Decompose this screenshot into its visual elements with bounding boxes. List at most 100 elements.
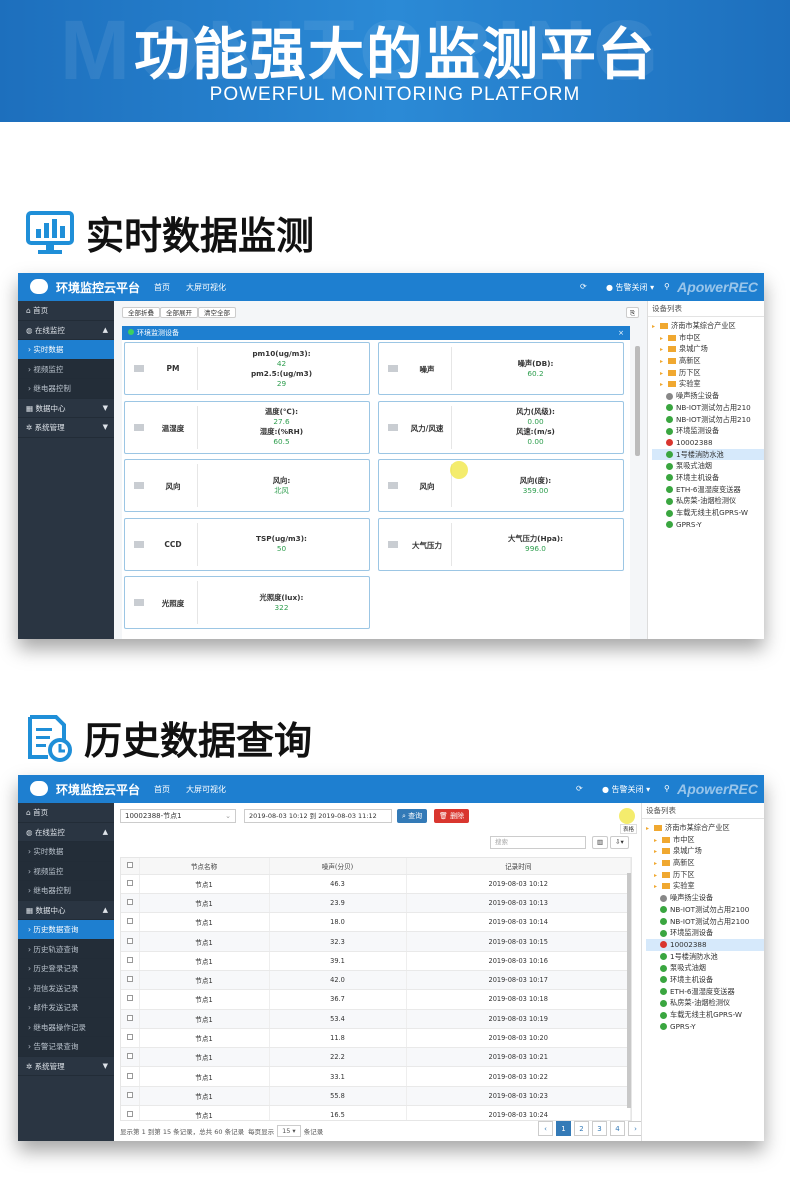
clear-all-button[interactable]: 清空全部 [198,307,236,318]
user-icon[interactable]: ⚲ [664,282,670,291]
export-icon[interactable]: ⎘ [626,307,640,318]
sidebar-item[interactable]: ◍ 在线监控 ▲ [18,823,114,842]
table-row[interactable]: 节点1 33.1 2019-08-03 10:22 [121,1066,631,1087]
table-row[interactable]: 节点1 55.8 2019-08-03 10:23 [121,1086,631,1107]
table-row[interactable]: 节点1 18.0 2019-08-03 10:14 [121,912,631,933]
page-button[interactable]: ‹ [538,1121,553,1136]
tree-folder[interactable]: ▸ 泉城广场 [646,845,764,857]
user-icon[interactable]: ⚲ [664,784,670,793]
sidebar-item[interactable]: ⌂ 首页 [18,803,114,823]
tree-folder[interactable]: ▸ 高新区 [646,857,764,869]
page-button[interactable]: 4 [610,1121,625,1136]
expand-all-button[interactable]: 全部展开 [160,307,198,318]
row-checkbox[interactable] [121,1066,140,1087]
row-checkbox[interactable] [121,1047,140,1068]
tree-device[interactable]: 环境主机设备 [652,472,764,484]
page-button[interactable]: 2 [574,1121,589,1136]
nav-home[interactable]: 首页 [154,784,170,795]
row-checkbox[interactable] [121,1105,140,1120]
tree-device[interactable]: GPRS-Y [652,519,764,531]
search-input[interactable]: 搜索 [490,836,586,849]
sidebar-item[interactable]: ✲ 系统管理 ▼ [18,1057,114,1076]
alarm-toggle[interactable]: ● 告警关闭 ▾ [606,282,654,293]
table-row[interactable]: 节点1 23.9 2019-08-03 10:13 [121,893,631,914]
sidebar-item[interactable]: › 历史轨迹查询 [18,939,114,959]
row-checkbox[interactable] [121,989,140,1010]
table-scrollbar[interactable] [627,873,631,1108]
sidebar-item[interactable]: › 邮件发送记录 [18,998,114,1018]
row-checkbox[interactable] [121,970,140,991]
tree-device[interactable]: 车载无线主机GPRS-W [652,507,764,519]
tree-device[interactable]: 泵吸式油烟 [652,460,764,472]
tree-device[interactable]: 1号楼消防水池 [646,951,764,963]
table-row[interactable]: 节点1 46.3 2019-08-03 10:12 [121,874,631,894]
sidebar-item[interactable]: › 告警记录查询 [18,1037,114,1057]
collapse-all-button[interactable]: 全部折叠 [122,307,160,318]
refresh-icon[interactable]: ⟳ [580,282,587,291]
sidebar-item[interactable]: › 短信发送记录 [18,978,114,998]
row-checkbox[interactable] [121,1009,140,1029]
tree-device[interactable]: 噪声扬尘设备 [646,892,764,904]
sidebar-item[interactable]: ▦ 数据中心 ▲ [18,901,114,920]
sidebar-item[interactable]: › 继电器控制 [18,379,114,399]
sidebar-item[interactable]: ◍ 在线监控 ▲ [18,321,114,340]
table-row[interactable]: 节点1 36.7 2019-08-03 10:18 [121,989,631,1010]
tree-device[interactable]: 泵吸式油烟 [646,962,764,974]
tree-device[interactable]: NB-IOT测试勿占用2100 [646,904,764,916]
table-row[interactable]: 节点1 11.8 2019-08-03 10:20 [121,1028,631,1049]
alarm-toggle[interactable]: ● 告警关闭 ▾ [602,784,650,795]
row-checkbox[interactable] [121,912,140,933]
page-button[interactable]: 1 [556,1121,571,1136]
per-page-select[interactable]: 15 ▾ [277,1125,301,1137]
tree-folder[interactable]: ▸ 市中区 [646,834,764,846]
tree-device[interactable]: 环境监测设备 [652,425,764,437]
col-time[interactable]: 记录时间 [406,858,631,875]
table-row[interactable]: 节点1 39.1 2019-08-03 10:16 [121,951,631,971]
tree-device[interactable]: GPRS-Y [646,1021,764,1033]
sidebar-item[interactable]: › 实时数据 [18,842,114,862]
row-checkbox[interactable] [121,893,140,914]
tree-folder[interactable]: ▸ 泉城广场 [652,343,764,355]
tree-device[interactable]: NB-IOT测试勿占用2100 [646,916,764,928]
tree-device[interactable]: 私房菜-油烟检测仪 [646,997,764,1009]
sidebar-item[interactable]: ▦ 数据中心 ▼ [18,399,114,418]
tree-folder[interactable]: ▸ 历下区 [652,367,764,379]
row-checkbox[interactable] [121,1028,140,1049]
tree-device[interactable]: ETH-6温湿度变送器 [646,986,764,998]
scrollbar[interactable] [635,346,640,456]
select-all-checkbox[interactable] [121,858,140,875]
sidebar-item[interactable]: › 实时数据 [18,340,114,360]
tree-device[interactable]: 车载无线主机GPRS-W [646,1009,764,1021]
tree-folder[interactable]: ▸ 市中区 [652,332,764,344]
tree-device[interactable]: 私房菜-油烟检测仪 [652,495,764,507]
col-noise[interactable]: 噪声(分贝) [269,858,407,875]
tree-device[interactable]: NB-IOT测试勿占用210 [652,402,764,414]
sidebar-item[interactable]: ✲ 系统管理 ▼ [18,418,114,438]
tree-device[interactable]: NB-IOT测试勿占用210 [652,414,764,426]
device-select[interactable]: 10002388-节点1 ⌄ [120,809,236,823]
table-row[interactable]: 节点1 16.5 2019-08-03 10:24 [121,1105,631,1120]
sidebar-item[interactable]: › 视频监控 [18,861,114,881]
nav-home[interactable]: 首页 [154,282,170,293]
sidebar-item[interactable]: › 历史登录记录 [18,959,114,979]
refresh-icon[interactable]: ⟳ [576,784,583,793]
sidebar-item[interactable]: › 继电器操作记录 [18,1017,114,1037]
close-icon[interactable]: × [618,326,624,340]
col-node-name[interactable]: 节点名称 [139,858,270,875]
query-button[interactable]: ⌕ 查询 [397,809,428,823]
tree-folder[interactable]: ▸ 实验室 [652,378,764,390]
sidebar-item[interactable]: › 视频监控 [18,359,114,379]
row-checkbox[interactable] [121,951,140,971]
tree-device[interactable]: 噪声扬尘设备 [652,390,764,402]
tree-device[interactable]: 10002388 [652,437,764,449]
sidebar-item[interactable]: ⌂ 首页 [18,301,114,321]
tree-device[interactable]: 10002388 [646,938,764,951]
table-row[interactable]: 节点1 22.2 2019-08-03 10:21 [121,1047,631,1068]
row-checkbox[interactable] [121,1086,140,1107]
delete-button[interactable]: 🗑 删除 [434,809,470,823]
tree-folder[interactable]: ▸ 历下区 [646,869,764,881]
page-button[interactable]: 3 [592,1121,607,1136]
table-row[interactable]: 节点1 53.4 2019-08-03 10:19 [121,1009,631,1029]
date-range-input[interactable]: 2019-08-03 10:12 到 2019-08-03 11:12 [244,809,392,823]
table-row[interactable]: 节点1 42.0 2019-08-03 10:17 [121,970,631,991]
